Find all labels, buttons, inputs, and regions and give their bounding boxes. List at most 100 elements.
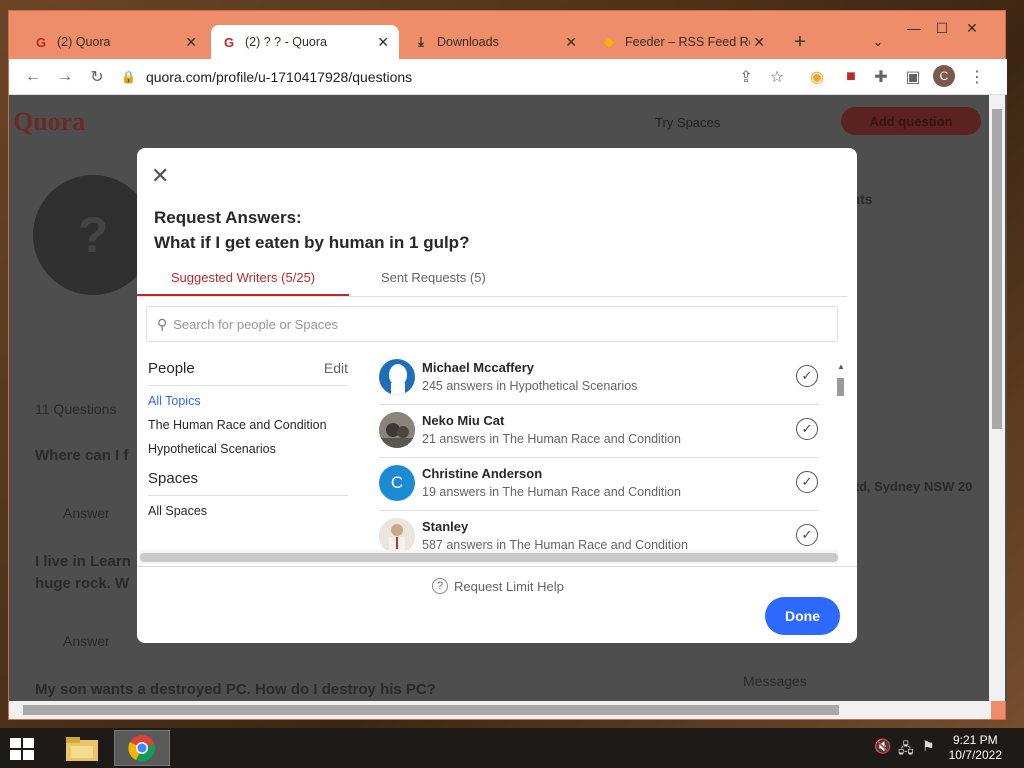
search-icon: ⚲	[157, 315, 168, 332]
writer-credential: 245 answers in Hypothetical Scenarios	[422, 379, 638, 393]
back-icon[interactable]: ←	[21, 65, 45, 89]
quora-icon: G	[223, 34, 235, 50]
writer-row[interactable]: Neko Miu Cat 21 answers in The Human Rac…	[379, 405, 819, 458]
bookmark-star-icon[interactable]: ☆	[765, 65, 789, 89]
close-icon[interactable]: ✕	[151, 165, 171, 187]
done-button[interactable]: Done	[765, 597, 840, 635]
answer-link: Answer	[63, 505, 110, 521]
help-question-icon: ?	[432, 578, 448, 594]
tab-downloads[interactable]: ⤓ Downloads ✕	[403, 25, 587, 59]
quora-icon: G	[35, 34, 47, 50]
tab-search-chevron-icon[interactable]: ⌄	[863, 29, 893, 55]
writer-row[interactable]: Stanley 587 answers in The Human Race an…	[379, 511, 819, 552]
answer-link-2: Answer	[63, 633, 110, 649]
edit-button[interactable]: Edit	[324, 360, 348, 377]
maximize-icon[interactable]: ☐	[927, 15, 957, 41]
tab-quora-1[interactable]: G (2) Quora ✕	[23, 25, 207, 59]
writer-name[interactable]: Christine Anderson	[422, 466, 542, 481]
writers-scrollbar[interactable]: ▲	[836, 358, 846, 554]
tab-suggested-writers[interactable]: Suggested Writers (5/25)	[137, 270, 349, 296]
volume-muted-icon[interactable]: 🔇	[874, 738, 891, 755]
extension-badge-icon[interactable]: ■	[839, 65, 863, 89]
scroll-thumb[interactable]	[837, 378, 844, 396]
tab-quora-2[interactable]: G (2) ? ? - Quora ✕	[211, 25, 399, 59]
tab-label: Feeder – RSS Feed Rea	[625, 35, 750, 49]
scroll-thumb[interactable]	[992, 109, 1002, 429]
reload-icon[interactable]: ↻	[85, 65, 109, 89]
new-tab-icon[interactable]: +	[785, 29, 815, 55]
clock-time: 9:21 PM	[952, 733, 998, 747]
try-spaces-link: Try Spaces	[655, 115, 721, 130]
people-heading: People	[148, 360, 195, 377]
modal-footer-divider	[137, 566, 857, 567]
address-bar[interactable]: 🔒 quora.com/profile/u-1710417928/questio…	[121, 63, 839, 91]
scroll-thumb[interactable]	[23, 705, 839, 715]
scroll-thumb[interactable]	[140, 553, 838, 562]
file-explorer-icon[interactable]	[54, 730, 110, 766]
add-question-button: Add question	[841, 107, 981, 135]
tab-label: Downloads	[437, 35, 499, 49]
writer-name[interactable]: Stanley	[422, 519, 468, 534]
request-answers-modal: ✕ Request Answers: What if I get eaten b…	[137, 148, 857, 643]
page-vertical-scrollbar[interactable]	[989, 95, 1005, 701]
avatar	[379, 518, 415, 552]
network-icon[interactable]: 🖧	[898, 738, 914, 762]
rss-icon[interactable]: ◉	[805, 65, 829, 89]
question-2: I live in Learn	[35, 553, 131, 570]
writers-list: Michael Mccaffery 245 answers in Hypothe…	[379, 352, 819, 552]
writer-row[interactable]: Michael Mccaffery 245 answers in Hypothe…	[379, 352, 819, 405]
close-icon[interactable]: ✕	[565, 34, 577, 51]
check-icon[interactable]: ✓	[796, 471, 818, 493]
profile-avatar[interactable]: C	[933, 65, 955, 87]
scroll-up-icon[interactable]: ▲	[837, 362, 845, 371]
topic-all-topics[interactable]: All Topics	[148, 394, 348, 408]
check-icon[interactable]: ✓	[796, 365, 818, 387]
window-close-icon[interactable]: ✕	[957, 15, 987, 41]
search-input[interactable]: ⚲ Search for people or Spaces	[146, 306, 838, 342]
quora-logo: Quora	[13, 107, 86, 136]
request-limit-help-link[interactable]: ? Request Limit Help	[432, 578, 564, 594]
question-1: Where can I f	[35, 447, 129, 464]
spaces-heading: Spaces	[148, 470, 199, 487]
check-icon[interactable]: ✓	[796, 524, 818, 546]
menu-kebab-icon[interactable]: ⋮	[965, 65, 989, 89]
search-placeholder: Search for people or Spaces	[173, 316, 339, 332]
question-2-line2: huge rock. W	[35, 575, 130, 592]
check-icon[interactable]: ✓	[796, 418, 818, 440]
avatar: C	[379, 465, 415, 501]
help-label: Request Limit Help	[454, 578, 564, 594]
tab-bar: G (2) Quora ✕ G (2) ? ? - Quora ✕ ⤓ Down…	[9, 11, 1007, 59]
close-icon[interactable]: ✕	[753, 34, 765, 51]
forward-icon[interactable]: →	[53, 65, 77, 89]
writer-name[interactable]: Neko Miu Cat	[422, 413, 504, 428]
page-horizontal-scrollbar[interactable]	[9, 701, 991, 719]
download-icon: ⤓	[418, 34, 424, 49]
all-spaces-item[interactable]: All Spaces	[148, 504, 348, 518]
spaces-section-header: Spaces	[148, 470, 348, 496]
filter-sidebar: People Edit All Topics The Human Race an…	[148, 360, 348, 528]
windows-start-icon[interactable]	[8, 736, 38, 762]
profile-placeholder: ?	[33, 175, 153, 295]
writer-row[interactable]: C Christine Anderson 19 answers in The H…	[379, 458, 819, 511]
extensions-puzzle-icon[interactable]: ✚	[869, 65, 893, 89]
avatar	[379, 412, 415, 448]
question-3: My son wants a destroyed PC. How do I de…	[35, 681, 436, 698]
system-clock[interactable]: 9:21 PM 10/7/2022	[949, 733, 1002, 763]
close-icon[interactable]: ✕	[185, 34, 197, 51]
tab-feeder[interactable]: ◆ Feeder – RSS Feed Rea ✕	[591, 25, 775, 59]
topic-human-race[interactable]: The Human Race and Condition	[148, 418, 348, 432]
close-icon[interactable]: ✕	[377, 34, 389, 51]
tab-sent-requests[interactable]: Sent Requests (5)	[381, 270, 486, 285]
modal-title-line1: Request Answers:	[154, 208, 302, 227]
minimize-icon[interactable]: —	[899, 15, 929, 41]
topic-hypothetical-scenarios[interactable]: Hypothetical Scenarios	[148, 442, 348, 456]
avatar	[379, 359, 415, 395]
writers-horizontal-scrollbar[interactable]	[140, 550, 838, 564]
side-panel-icon[interactable]: ▣	[901, 65, 925, 89]
modal-tabs: Suggested Writers (5/25) Sent Requests (…	[137, 266, 847, 297]
action-center-icon[interactable]: ⚑	[922, 738, 935, 755]
feeder-icon: ◆	[604, 34, 614, 49]
chrome-taskbar-icon[interactable]	[114, 730, 170, 766]
share-icon[interactable]: ⇪	[734, 65, 758, 89]
writer-name[interactable]: Michael Mccaffery	[422, 360, 534, 375]
